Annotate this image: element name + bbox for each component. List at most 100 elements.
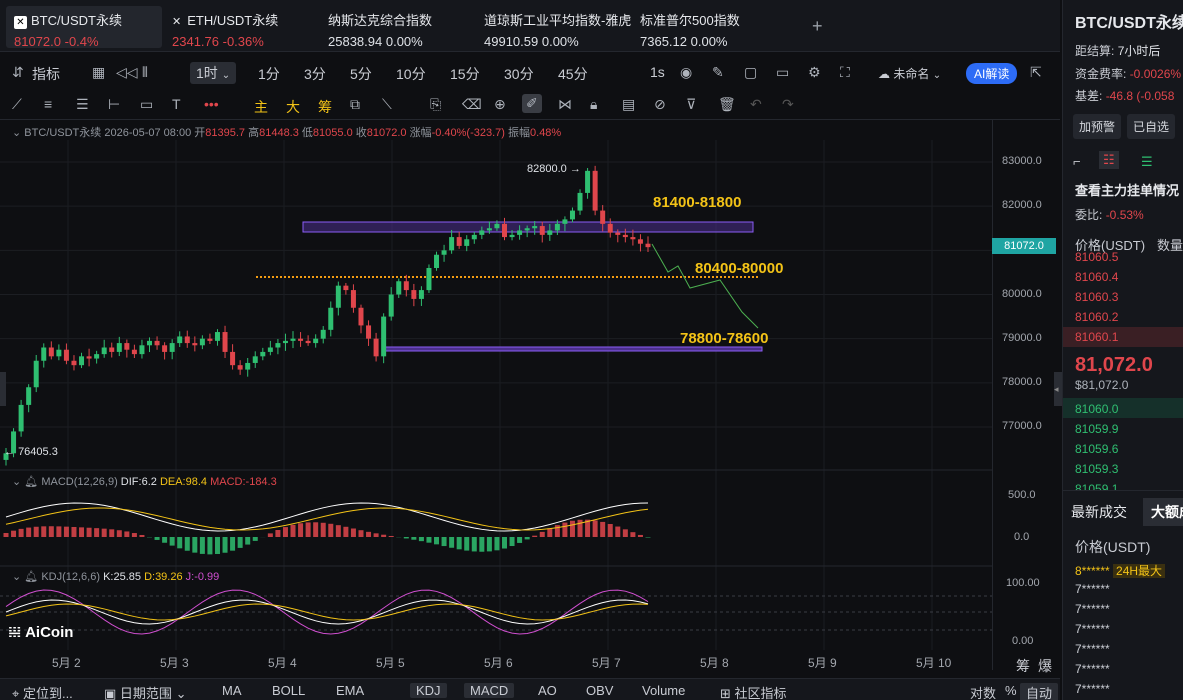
date-range-button[interactable]: ▣ 日期范围 ⌄ bbox=[104, 683, 186, 700]
book-title[interactable]: 查看主力挂单情况 bbox=[1075, 180, 1179, 199]
panel-icon[interactable]: ▭ bbox=[776, 64, 789, 81]
edit-icon[interactable]: ⧉ bbox=[350, 96, 360, 113]
liquidation-side-button[interactable]: 爆 bbox=[1038, 656, 1052, 676]
interval-1m[interactable]: 1分 bbox=[258, 64, 280, 84]
trades-tab[interactable]: 最新成交 bbox=[1071, 502, 1127, 522]
bid-row[interactable]: 81060.0 bbox=[1075, 402, 1118, 416]
ind-ema[interactable]: EMA bbox=[336, 683, 364, 698]
add-alert-button[interactable]: 加预警 bbox=[1073, 114, 1122, 139]
big-trades-tab[interactable]: 大额成 bbox=[1143, 498, 1183, 526]
bell-icon[interactable]: 🔔︎ bbox=[24, 476, 38, 488]
ask-row[interactable]: 81060.3 bbox=[1075, 290, 1118, 304]
interval-3m[interactable]: 3分 bbox=[304, 64, 326, 84]
add-tab-icon[interactable]: + bbox=[812, 16, 823, 37]
price-chart[interactable] bbox=[0, 120, 1060, 670]
horizontal-ray-icon[interactable]: ⊢ bbox=[108, 96, 120, 113]
camera-icon[interactable]: ◉ bbox=[680, 64, 692, 81]
undo-icon[interactable]: ↶ bbox=[750, 96, 762, 113]
bell-icon[interactable]: 🔔︎ bbox=[24, 571, 38, 583]
ticker-tab-nasdaq[interactable]: 纳斯达克综合指数 25838.94 0.00% bbox=[320, 6, 470, 49]
edit-box-icon[interactable]: ▢ bbox=[744, 64, 757, 81]
ticker-tab-eth[interactable]: ✕ ETH/USDT永续 2341.76 -0.36% bbox=[164, 6, 314, 49]
ask-row[interactable]: 81060.1 bbox=[1075, 330, 1118, 344]
trendline-icon[interactable]: ⟋ bbox=[12, 96, 22, 113]
interval-45m[interactable]: 45分 bbox=[558, 64, 588, 84]
rectangle-icon[interactable]: ▭ bbox=[140, 96, 153, 113]
bid-row[interactable]: 81059.6 bbox=[1075, 442, 1118, 456]
pencil-icon[interactable]: ✎ bbox=[712, 64, 724, 81]
book-bids-icon[interactable]: ☰ bbox=[1141, 154, 1153, 170]
community-indicators-button[interactable]: ⊞ 社区指标 bbox=[720, 683, 787, 700]
chevron-icon[interactable]: ⌄ bbox=[12, 476, 21, 488]
trade-row[interactable]: 7****** bbox=[1075, 582, 1110, 596]
indicators-button[interactable]: 指标 bbox=[32, 64, 60, 84]
auto-scale-button[interactable]: 自动 bbox=[1020, 683, 1059, 700]
trade-row[interactable]: 7****** bbox=[1075, 622, 1110, 636]
ind-macd[interactable]: MACD bbox=[464, 683, 515, 698]
chart-type-icon[interactable]: ⫴ bbox=[142, 64, 148, 81]
chips-side-button[interactable]: 筹 bbox=[1016, 656, 1030, 676]
copy-icon[interactable]: ⎘ bbox=[430, 96, 441, 113]
bid-row[interactable]: 81059.3 bbox=[1075, 462, 1118, 476]
share-icon[interactable]: ⇱ bbox=[1030, 64, 1042, 81]
ind-volume[interactable]: Volume bbox=[642, 683, 685, 698]
ind-boll[interactable]: BOLL bbox=[272, 683, 305, 698]
interval-5m[interactable]: 5分 bbox=[350, 64, 372, 84]
interval-10m[interactable]: 10分 bbox=[396, 64, 426, 84]
bid-row[interactable]: 81059.9 bbox=[1075, 422, 1118, 436]
trade-row[interactable]: 7****** bbox=[1075, 662, 1110, 676]
interval-1s[interactable]: 1s bbox=[650, 64, 665, 80]
fullscreen-icon[interactable]: ⛶ bbox=[840, 64, 850, 81]
filter-icon[interactable]: ⊽ bbox=[686, 96, 696, 113]
book-both-icon[interactable]: ☷ bbox=[1099, 151, 1119, 169]
link-icon[interactable]: ⊘ bbox=[654, 96, 666, 113]
ask-row[interactable]: 81060.5 bbox=[1075, 250, 1118, 264]
eraser-icon[interactable]: ⌫ bbox=[462, 96, 482, 113]
percent-scale-button[interactable]: % bbox=[1005, 683, 1017, 698]
ticker-tab-dow[interactable]: 道琼斯工业平均指数-雅虎 49910.59 0.00% bbox=[476, 6, 632, 49]
dots-icon[interactable]: ••• bbox=[204, 96, 219, 112]
trade-row[interactable]: 7****** bbox=[1075, 642, 1110, 656]
trade-row[interactable]: 7****** bbox=[1075, 602, 1110, 616]
text-icon[interactable]: T bbox=[172, 96, 181, 112]
candle-settings-icon[interactable]: ⇵ bbox=[12, 64, 24, 81]
parallel-lines-icon[interactable]: ≡ bbox=[44, 96, 52, 112]
chevron-icon[interactable]: ⌄ bbox=[12, 571, 21, 583]
lock-icon[interactable]: 🔒︎ bbox=[590, 96, 597, 113]
ticker-tab-btc[interactable]: ✕ BTC/USDT永续 81072.0 -0.4% bbox=[6, 6, 162, 49]
favorite-button[interactable]: 已自选 bbox=[1127, 114, 1176, 139]
ai-analysis-button[interactable]: AI解读 bbox=[966, 63, 1018, 84]
interval-select[interactable]: 1时 ⌄ bbox=[190, 62, 237, 84]
book-chart-icon[interactable]: ⌐ bbox=[1073, 154, 1081, 169]
ind-ao[interactable]: AO bbox=[538, 683, 557, 698]
account-select[interactable]: ☁ 未命名 ⌄ bbox=[878, 65, 941, 82]
magnet-icon[interactable]: ⋈ bbox=[558, 96, 572, 113]
horizontal-lines-icon[interactable]: ☰ bbox=[76, 96, 89, 113]
redo-icon[interactable]: ↷ bbox=[782, 96, 794, 113]
ask-row[interactable]: 81060.2 bbox=[1075, 310, 1118, 324]
ask-row[interactable]: 81060.4 bbox=[1075, 270, 1118, 284]
big-order-button[interactable]: 大 bbox=[286, 97, 300, 117]
slash-icon[interactable]: ⟍ bbox=[382, 96, 392, 113]
right-collapse-handle[interactable]: ◂ bbox=[1054, 372, 1062, 406]
left-collapse-handle[interactable] bbox=[0, 372, 6, 406]
layout-icon[interactable]: ▦ bbox=[92, 64, 105, 81]
zoom-icon[interactable]: ⊕ bbox=[494, 96, 506, 113]
trash-icon[interactable]: 🗑︎ bbox=[718, 96, 736, 113]
interval-30m[interactable]: 30分 bbox=[504, 64, 534, 84]
locate-button[interactable]: ⌖ 定位到... bbox=[12, 683, 73, 700]
main-force-button[interactable]: 主 bbox=[254, 97, 268, 117]
rewind-icon[interactable]: ◁◁ bbox=[116, 64, 138, 81]
ticker-tab-sp500[interactable]: 标准普尔500指数 7365.12 0.00% bbox=[632, 6, 782, 49]
interval-15m[interactable]: 15分 bbox=[450, 64, 480, 84]
gear-icon[interactable]: ⚙ bbox=[808, 64, 821, 81]
chips-button[interactable]: 筹 bbox=[318, 97, 332, 117]
ind-kdj[interactable]: KDJ bbox=[410, 683, 447, 698]
trade-row[interactable]: 8****** 24H最大 bbox=[1075, 562, 1166, 579]
trade-row[interactable]: 7****** bbox=[1075, 682, 1110, 696]
ind-ma[interactable]: MA bbox=[222, 683, 242, 698]
bid-row[interactable]: 81059.1 bbox=[1075, 482, 1118, 490]
log-scale-button[interactable]: 对数 bbox=[970, 683, 996, 700]
note-icon[interactable]: ▤ bbox=[622, 96, 635, 113]
brush-icon[interactable]: ✐ bbox=[522, 94, 542, 113]
